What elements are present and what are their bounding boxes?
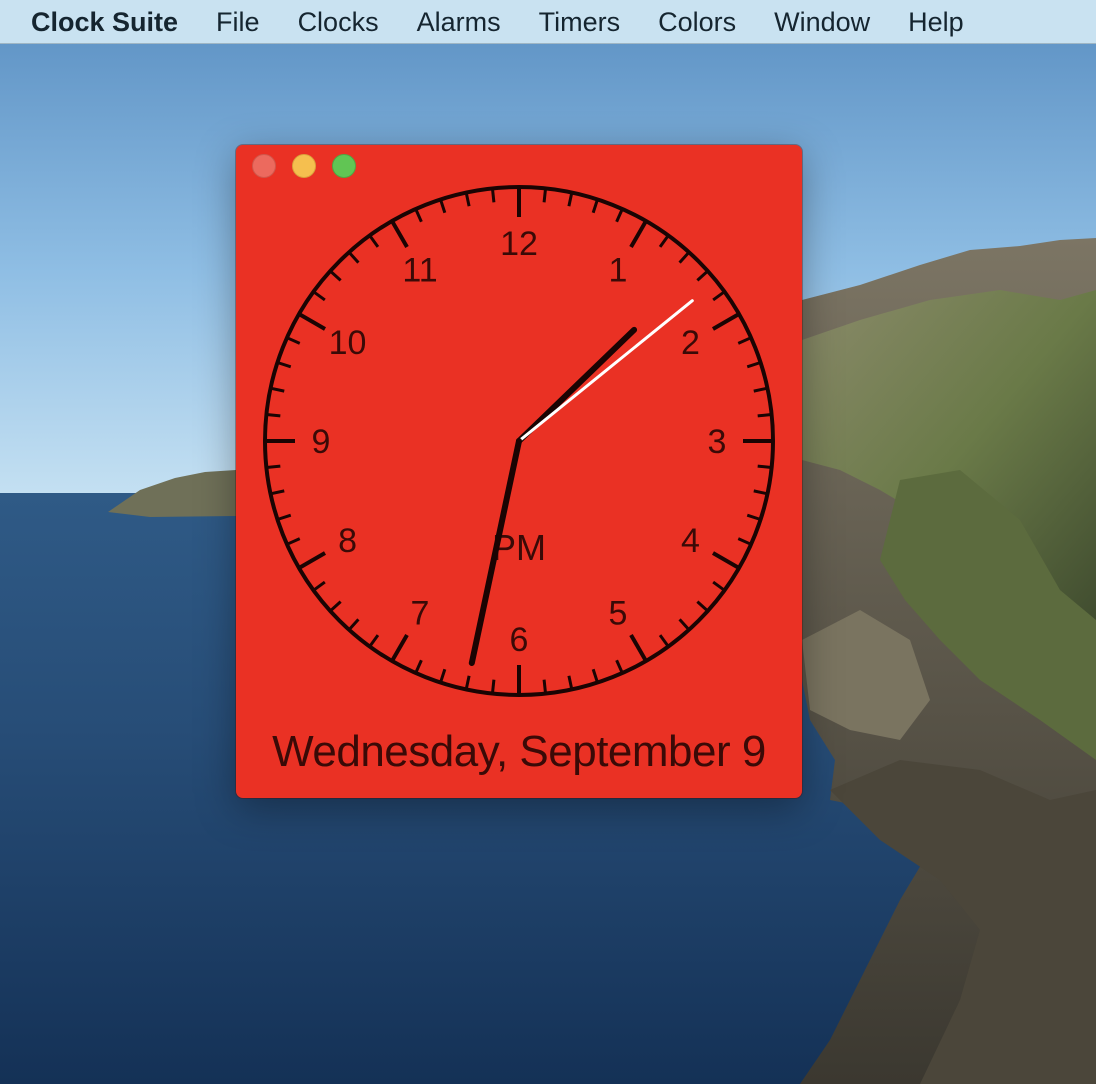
clock-number-3: 3 (708, 423, 727, 461)
minute-tick (347, 251, 360, 264)
minute-tick (347, 618, 360, 631)
hour-tick (298, 312, 327, 331)
minute-tick (542, 188, 548, 203)
minute-tick (746, 361, 762, 369)
menu-bar: Clock Suite File Clocks Alarms Timers Co… (0, 0, 1096, 44)
menu-app-name[interactable]: Clock Suite (31, 0, 178, 44)
minute-tick (696, 600, 709, 613)
minute-tick (737, 537, 752, 546)
clock-center-pin (516, 438, 522, 444)
minute-tick (678, 251, 691, 264)
minute-tick (757, 464, 772, 470)
clock-number-4: 4 (681, 522, 700, 560)
minute-tick (312, 290, 326, 302)
minute-tick (746, 513, 762, 521)
minute-tick (658, 634, 670, 648)
menu-alarms[interactable]: Alarms (417, 0, 501, 44)
minute-tick (591, 198, 599, 214)
minute-tick (490, 188, 496, 203)
menu-timers[interactable]: Timers (539, 0, 621, 44)
minute-tick (270, 386, 285, 393)
minute-tick (414, 208, 423, 223)
hour-tick (629, 220, 648, 249)
minute-tick (696, 269, 709, 282)
clock-window[interactable]: 12 1 2 3 4 5 6 7 8 9 10 11 PM Wednesday,… (236, 145, 802, 798)
clock-number-11: 11 (402, 252, 437, 290)
menu-file[interactable]: File (216, 0, 260, 44)
clock-number-2: 2 (681, 324, 700, 362)
minute-tick (615, 208, 624, 223)
second-hand (517, 299, 694, 443)
minute-tick (286, 537, 301, 546)
date-label: Wednesday, September 9 (272, 727, 766, 776)
clock-number-1: 1 (609, 252, 628, 290)
hour-tick (711, 312, 740, 331)
minute-tick (286, 336, 301, 345)
menu-colors[interactable]: Colors (658, 0, 736, 44)
hour-tick (390, 633, 409, 662)
minute-tick (329, 600, 342, 613)
minute-tick (757, 412, 772, 418)
minute-tick (266, 412, 281, 418)
clock-number-7: 7 (411, 594, 430, 632)
minute-tick (464, 192, 471, 207)
minute-tick (753, 489, 768, 496)
minute-tick (439, 198, 447, 214)
minute-tick (276, 513, 292, 521)
analog-clock-face: 12 1 2 3 4 5 6 7 8 9 10 11 PM (263, 185, 775, 697)
hour-tick (711, 551, 740, 570)
minute-tick (712, 290, 726, 302)
minute-tick (276, 361, 292, 369)
minute-tick (464, 675, 471, 690)
minute-tick (615, 659, 624, 674)
clock-number-8: 8 (338, 522, 357, 560)
minute-tick (490, 679, 496, 694)
minute-tick (266, 464, 281, 470)
clock-number-9: 9 (312, 423, 331, 461)
minute-tick (329, 269, 342, 282)
minute-tick (567, 192, 574, 207)
clock-number-5: 5 (609, 594, 628, 632)
minute-tick (270, 489, 285, 496)
menu-window[interactable]: Window (774, 0, 870, 44)
menu-help[interactable]: Help (908, 0, 964, 44)
minute-tick (414, 659, 423, 674)
minute-tick (368, 634, 380, 648)
hour-hand (516, 326, 638, 444)
minute-tick (753, 386, 768, 393)
minute-tick (542, 679, 548, 694)
clock-number-6: 6 (510, 621, 529, 659)
hour-tick (390, 220, 409, 249)
hour-tick (629, 633, 648, 662)
minute-tick (591, 668, 599, 684)
hour-tick (298, 551, 327, 570)
menu-clocks[interactable]: Clocks (298, 0, 379, 44)
minute-tick (678, 618, 691, 631)
minute-tick (439, 668, 447, 684)
minute-tick (658, 234, 670, 248)
minute-tick (368, 234, 380, 248)
minute-tick (567, 675, 574, 690)
desktop: Clock Suite File Clocks Alarms Timers Co… (0, 0, 1096, 1084)
minute-tick (737, 336, 752, 345)
minute-tick (712, 580, 726, 592)
clock-number-10: 10 (329, 324, 367, 362)
minute-tick (312, 580, 326, 592)
clock-number-12: 12 (500, 225, 538, 263)
